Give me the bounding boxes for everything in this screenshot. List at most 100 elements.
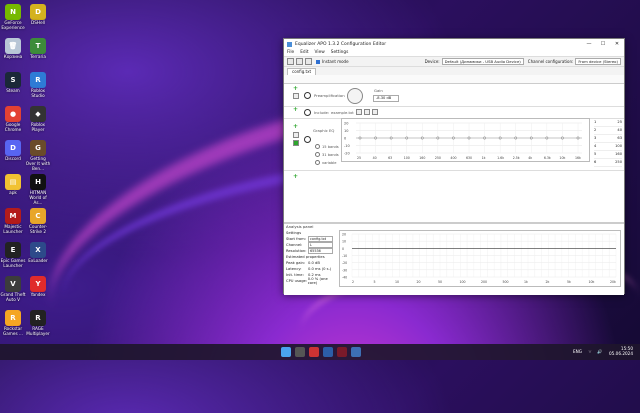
copy-icon[interactable]	[293, 140, 299, 146]
analysis-panel: Analysis panel Settings Start from: confi…	[284, 222, 624, 295]
power-icon[interactable]	[304, 109, 311, 116]
add-icon[interactable]: +	[293, 107, 298, 113]
eq-table-row[interactable]: 2 40	[594, 127, 622, 135]
desktop-icon[interactable]: R RAGE Multiplayer	[25, 310, 51, 337]
desktop-icon[interactable]: S Steam	[0, 72, 26, 94]
yandex-taskbar-icon[interactable]	[309, 347, 319, 357]
instant-mode-checkbox[interactable]	[316, 59, 320, 64]
open-icon[interactable]	[296, 58, 303, 65]
app-icon	[287, 41, 292, 47]
y-tick-label: -20	[344, 152, 350, 156]
desktop-icon[interactable]: G Getting Over It with Ben...	[25, 140, 51, 171]
desktop-icon[interactable]: D DSHell	[25, 4, 51, 26]
close-button[interactable]: ✕	[610, 41, 624, 47]
desktop-icon-label: Counter-Strike 2	[29, 224, 47, 234]
maximize-button[interactable]: ☐	[596, 41, 610, 47]
desktop-icon[interactable]: V Grand Theft Auto V	[0, 276, 26, 303]
x-tick-label: 2k	[546, 280, 550, 284]
desktop-icon-label: ExLoader	[28, 258, 48, 263]
eq-table-row[interactable]: 1 25	[594, 119, 622, 127]
desktop-icon[interactable]: X ExLoader	[25, 242, 51, 264]
desktop-icon[interactable]: ▤ apk	[0, 174, 26, 196]
add-filter-button[interactable]: +	[293, 174, 298, 180]
desktop-icon[interactable]: Y Yandex	[25, 276, 51, 298]
analysis-graph[interactable]: 20100-10-20-30-402 5 10 20 50 100 200 500 1k 2k 5k…	[339, 230, 621, 287]
save-icon[interactable]	[305, 58, 312, 65]
x-tick-label: 1k	[482, 156, 486, 160]
start-icon[interactable]	[281, 347, 291, 357]
x-tick-label: 20k	[610, 280, 616, 284]
menu-file[interactable]: File	[287, 50, 294, 55]
desktop-icon-label: Roblox Player	[30, 122, 46, 132]
eq-table-row[interactable]: 5 160	[594, 151, 622, 159]
language-indicator[interactable]: ENG	[573, 349, 582, 354]
network-icon[interactable]: ⌔	[588, 349, 592, 355]
roblox-studio-icon: R	[30, 72, 46, 88]
equalizer-taskbar-icon[interactable]	[351, 347, 361, 357]
gain-knob[interactable]	[347, 88, 363, 104]
minimize-button[interactable]: —	[582, 41, 596, 47]
x-tick-label: 6.3k	[544, 156, 551, 160]
toolbar: Instant mode Device: Default (Динамики -…	[284, 56, 624, 67]
x-tick-label: 5	[374, 280, 376, 284]
eq-table-row[interactable]: 4 100	[594, 143, 622, 151]
y-tick-label: -10	[342, 254, 347, 258]
desktop-icon[interactable]: T Terraria	[25, 38, 51, 60]
desktop-icon[interactable]: R Roblox Studio	[25, 72, 51, 99]
add-icon[interactable]: +	[293, 86, 298, 92]
desktop-icon[interactable]: N GeForce Experience	[0, 4, 26, 31]
clock[interactable]: 15:50 05.06.2024	[607, 346, 633, 356]
radio-31-bands[interactable]: 31 bands	[315, 152, 339, 157]
edit-icon[interactable]	[293, 132, 299, 138]
x-tick-label: 4k	[528, 156, 532, 160]
desktop-icon-label: Epic Games Launcher	[0, 258, 26, 268]
x-tick-label: 40	[373, 156, 377, 160]
power-icon[interactable]	[304, 92, 311, 99]
settings-icon[interactable]	[364, 109, 370, 115]
graphic-eq-label: Graphic EQ	[313, 128, 335, 133]
terraria-icon: T	[30, 38, 46, 54]
resolution-select[interactable]: 65536	[308, 248, 333, 254]
app-taskbar-icon[interactable]	[337, 347, 347, 357]
desktop-icon[interactable]: C Counter-Strike 2	[25, 208, 51, 235]
eq-table-row[interactable]: 3 63	[594, 135, 622, 143]
desktop-icon[interactable]: ● Google Chrome	[0, 106, 26, 133]
add-icon[interactable]: +	[293, 124, 298, 130]
open-file-icon[interactable]	[356, 109, 362, 115]
radio-variable[interactable]: variable	[315, 160, 337, 165]
desktop-icon-label: Roblox Studio	[30, 88, 46, 98]
search-icon[interactable]	[295, 347, 305, 357]
desktop-icon[interactable]: M Majestic Launcher	[0, 208, 26, 235]
radio-15-bands[interactable]: 15 bands	[315, 144, 339, 149]
device-select[interactable]: Default (Динамики - USB Audio Device)	[441, 58, 524, 65]
getting-over-it-icon: G	[30, 140, 46, 156]
preamp-row: + Preamplification Gain -8.30 dB	[284, 84, 624, 107]
x-tick-label: 10	[395, 280, 399, 284]
desktop-icon[interactable]: ◆ Roblox Player	[25, 106, 51, 133]
x-tick-label: 630	[466, 156, 472, 160]
power-icon[interactable]	[304, 136, 311, 143]
channel-config-select[interactable]: From device (Stereo)	[575, 58, 621, 65]
volume-icon[interactable]: 🔊	[597, 349, 602, 355]
edit-icon[interactable]	[293, 93, 299, 99]
desktop-icon-label: Majestic Launcher	[3, 224, 23, 234]
gain-input[interactable]: -8.30 dB	[373, 95, 399, 102]
desktop-icon[interactable]: R Rockstar Games ...	[0, 310, 26, 337]
title-bar[interactable]: Equalizer APO 1.3.2 Configuration Editor…	[284, 39, 624, 49]
desktop-icon[interactable]: H HITMAN World of As...	[25, 174, 51, 205]
explorer-icon[interactable]	[323, 347, 333, 357]
menu-settings[interactable]: Settings	[331, 50, 349, 55]
new-icon[interactable]	[287, 58, 294, 65]
graphic-eq-graph[interactable]: 20100-10-2025 40 63 100 160 250 400 630 1k 1.6k 2.…	[341, 118, 590, 162]
recycle-bin-icon: 🗑	[5, 38, 21, 54]
x-tick-label: 200	[481, 280, 487, 284]
desktop-icon[interactable]: D Discord	[0, 140, 26, 162]
eq-table-row[interactable]: 6 250	[594, 159, 622, 167]
eq-band-table[interactable]: 1 25 2 40 3 63 4 100 5 160 6 250	[594, 119, 622, 167]
menu-view[interactable]: View	[315, 50, 325, 55]
tab-config[interactable]: config.txt	[287, 68, 317, 75]
desktop-icon[interactable]: E Epic Games Launcher	[0, 242, 26, 269]
menu-edit[interactable]: Edit	[300, 50, 308, 55]
analysis-icon[interactable]	[372, 109, 378, 115]
desktop-icon[interactable]: 🗑 Корзина	[0, 38, 26, 60]
